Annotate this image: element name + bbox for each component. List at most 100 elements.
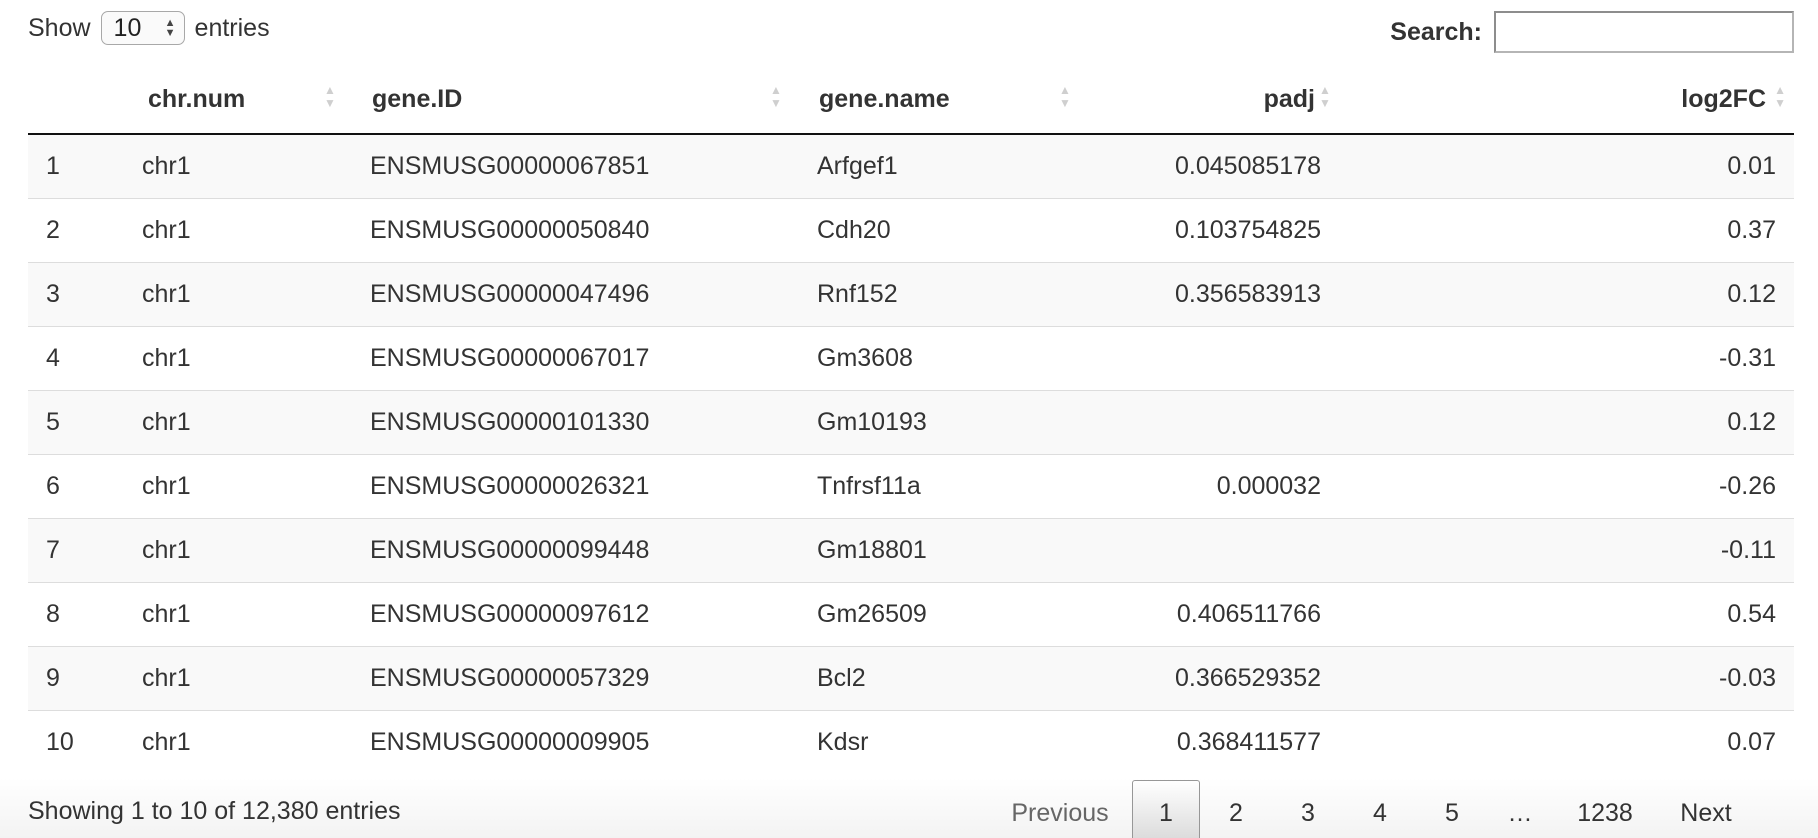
- column-header-label: chr.num: [148, 85, 246, 113]
- cell-gene-id: ENSMUSG00000067851: [346, 134, 793, 198]
- cell-gene-name: Arfgef1: [793, 134, 1081, 198]
- search-control: Search:: [1390, 10, 1794, 54]
- pagination-page-4[interactable]: 4: [1344, 780, 1416, 838]
- cell-log2fc: -0.11: [1341, 517, 1794, 582]
- pagination-ellipsis: …: [1507, 798, 1533, 827]
- cell-gene-id: ENSMUSG00000057329: [346, 645, 793, 710]
- select-updown-icon: ▲ ▼: [164, 17, 176, 39]
- show-label: Show: [28, 13, 91, 42]
- column-header-gene-name[interactable]: gene.name ▲ ▼: [793, 70, 1081, 135]
- cell-padj: 0.103754825: [1081, 197, 1341, 262]
- table-row[interactable]: 7 chr1 ENSMUSG00000099448 Gm18801 -0.11: [28, 517, 1794, 582]
- cell-log2fc: 0.12: [1341, 389, 1794, 454]
- pagination-page-3[interactable]: 3: [1272, 780, 1344, 838]
- table-row[interactable]: 9 chr1 ENSMUSG00000057329 Bcl2 0.3665293…: [28, 645, 1794, 710]
- cell-index: 6: [28, 453, 118, 518]
- pagination-page-5[interactable]: 5: [1416, 780, 1488, 838]
- page-length-select[interactable]: 10 ▲ ▼: [100, 11, 185, 45]
- page-length-value: 10: [113, 13, 142, 42]
- data-table: chr.num ▲ ▼ gene.ID ▲ ▼ gene.name ▲ ▼ padj …: [28, 70, 1794, 774]
- search-label: Search:: [1390, 17, 1482, 46]
- table-row[interactable]: 10 chr1 ENSMUSG00000009905 Kdsr 0.368411…: [28, 709, 1794, 774]
- column-header-padj[interactable]: padj ▲ ▼: [1081, 70, 1341, 135]
- cell-index: 1: [28, 134, 118, 198]
- cell-chr-num: chr1: [118, 389, 346, 454]
- cell-chr-num: chr1: [118, 517, 346, 582]
- page-length-control: Show 10 ▲ ▼ entries: [28, 8, 270, 48]
- sort-both-icon: ▲ ▼: [1059, 83, 1071, 110]
- cell-gene-name: Gm18801: [793, 517, 1081, 582]
- cell-chr-num: chr1: [118, 645, 346, 710]
- cell-chr-num: chr1: [118, 197, 346, 262]
- cell-gene-name: Kdsr: [793, 709, 1081, 774]
- pagination-page-2[interactable]: 2: [1200, 780, 1272, 838]
- cell-log2fc: -0.31: [1341, 325, 1794, 390]
- table-row[interactable]: 5 chr1 ENSMUSG00000101330 Gm10193 0.12: [28, 389, 1794, 454]
- cell-chr-num: chr1: [118, 709, 346, 774]
- table-row[interactable]: 1 chr1 ENSMUSG00000067851 Arfgef1 0.0450…: [28, 134, 1794, 198]
- cell-padj: 0.356583913: [1081, 261, 1341, 326]
- sort-both-icon: ▲ ▼: [1774, 83, 1786, 110]
- table-row[interactable]: 6 chr1 ENSMUSG00000026321 Tnfrsf11a 0.00…: [28, 453, 1794, 518]
- cell-padj: [1081, 389, 1341, 454]
- table-footer: Showing 1 to 10 of 12,380 entries Previo…: [0, 778, 1818, 838]
- cell-gene-id: ENSMUSG00000026321: [346, 453, 793, 518]
- table-header-row: chr.num ▲ ▼ gene.ID ▲ ▼ gene.name ▲ ▼ padj …: [28, 70, 1794, 135]
- cell-padj: 0.368411577: [1081, 709, 1341, 774]
- table-row[interactable]: 3 chr1 ENSMUSG00000047496 Rnf152 0.35658…: [28, 261, 1794, 326]
- cell-index: 4: [28, 325, 118, 390]
- pagination-page-1[interactable]: 1: [1132, 780, 1200, 838]
- cell-chr-num: chr1: [118, 134, 346, 198]
- search-input[interactable]: [1494, 11, 1794, 53]
- cell-padj: 0.045085178: [1081, 134, 1341, 198]
- sort-both-icon: ▲ ▼: [1319, 83, 1331, 110]
- cell-index: 3: [28, 261, 118, 326]
- cell-padj: 0.366529352: [1081, 645, 1341, 710]
- column-header-gene-id[interactable]: gene.ID ▲ ▼: [346, 70, 793, 135]
- column-header-label: padj: [1263, 85, 1315, 113]
- cell-log2fc: 0.37: [1341, 197, 1794, 262]
- cell-gene-name: Bcl2: [793, 645, 1081, 710]
- sort-both-icon: ▲ ▼: [770, 83, 782, 110]
- column-header-label: gene.ID: [372, 85, 463, 113]
- cell-chr-num: chr1: [118, 261, 346, 326]
- cell-gene-name: Cdh20: [793, 197, 1081, 262]
- column-header-chr-num[interactable]: chr.num ▲ ▼: [118, 70, 346, 135]
- table-body: 1 chr1 ENSMUSG00000067851 Arfgef1 0.0450…: [28, 134, 1794, 774]
- column-header-index[interactable]: [28, 70, 118, 135]
- cell-padj: 0.000032: [1081, 453, 1341, 518]
- pagination: Previous 1 2 3 4 5 … 1238 Next: [990, 780, 1754, 838]
- cell-padj: [1081, 517, 1341, 582]
- cell-index: 2: [28, 197, 118, 262]
- pagination-previous[interactable]: Previous: [990, 780, 1130, 838]
- cell-chr-num: chr1: [118, 581, 346, 646]
- datatable-page: Show 10 ▲ ▼ entries Search: chr.num ▲ ▼ …: [0, 0, 1818, 838]
- sort-both-icon: ▲ ▼: [324, 83, 336, 110]
- column-header-log2fc[interactable]: log2FC ▲ ▼: [1341, 70, 1794, 135]
- cell-log2fc: 0.07: [1341, 709, 1794, 774]
- cell-gene-name: Tnfrsf11a: [793, 453, 1081, 518]
- cell-chr-num: chr1: [118, 453, 346, 518]
- cell-index: 5: [28, 389, 118, 454]
- pagination-page-last[interactable]: 1238: [1552, 780, 1658, 838]
- cell-index: 10: [28, 709, 118, 774]
- cell-gene-id: ENSMUSG00000047496: [346, 261, 793, 326]
- entries-label: entries: [194, 13, 270, 42]
- cell-log2fc: -0.26: [1341, 453, 1794, 518]
- cell-gene-name: Gm26509: [793, 581, 1081, 646]
- pagination-next[interactable]: Next: [1658, 780, 1754, 838]
- cell-chr-num: chr1: [118, 325, 346, 390]
- table-row[interactable]: 4 chr1 ENSMUSG00000067017 Gm3608 -0.31: [28, 325, 1794, 390]
- table-controls: Show 10 ▲ ▼ entries Search:: [28, 0, 1794, 66]
- cell-gene-id: ENSMUSG00000097612: [346, 581, 793, 646]
- cell-index: 7: [28, 517, 118, 582]
- cell-padj: 0.406511766: [1081, 581, 1341, 646]
- table-row[interactable]: 2 chr1 ENSMUSG00000050840 Cdh20 0.103754…: [28, 197, 1794, 262]
- table-info: Showing 1 to 10 of 12,380 entries: [28, 797, 401, 825]
- column-header-label: log2FC: [1681, 85, 1766, 113]
- cell-gene-id: ENSMUSG00000009905: [346, 709, 793, 774]
- cell-log2fc: -0.03: [1341, 645, 1794, 710]
- table-row[interactable]: 8 chr1 ENSMUSG00000097612 Gm26509 0.4065…: [28, 581, 1794, 646]
- cell-gene-id: ENSMUSG00000099448: [346, 517, 793, 582]
- column-header-label: gene.name: [819, 85, 950, 113]
